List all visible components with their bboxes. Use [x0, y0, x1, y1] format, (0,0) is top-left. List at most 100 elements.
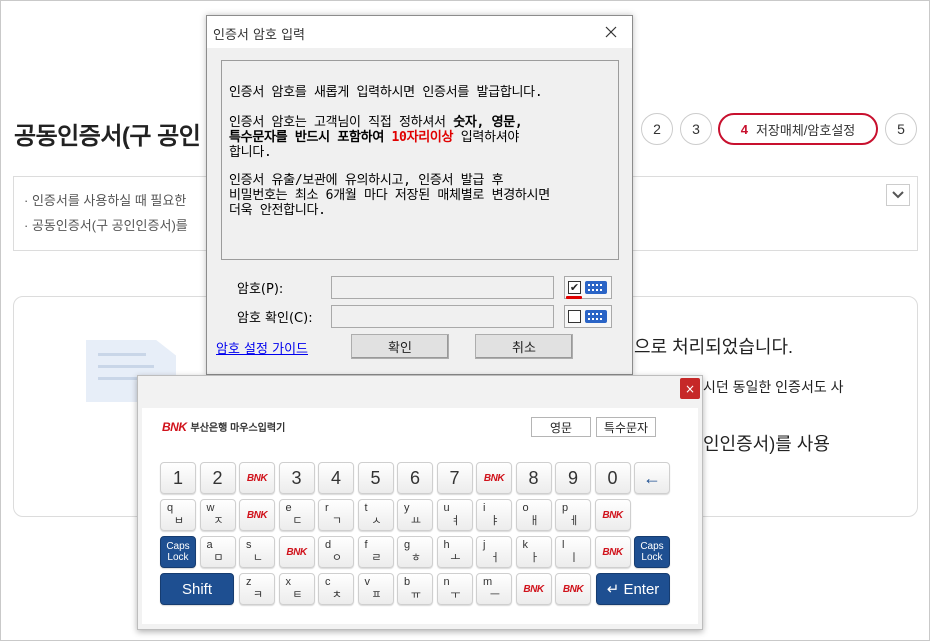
confirm-keyboard-toggle[interactable]	[564, 305, 612, 328]
message-text-bold: 특수문자를 반드시 포함하여	[229, 130, 392, 145]
key-hangul-label: ㅊ	[331, 589, 342, 601]
key-9[interactable]: 9	[555, 462, 591, 494]
key-latin-label: x	[285, 576, 292, 588]
key-hangul-label: ㅋ	[252, 589, 263, 601]
key-l[interactable]: lㅣ	[555, 536, 591, 568]
keyboard-checkbox-checked[interactable]: ✔	[568, 281, 581, 294]
cancel-button[interactable]: 취소	[475, 334, 573, 359]
key-c[interactable]: cㅊ	[318, 573, 354, 605]
virtual-keyboard: × BNK 부산은행 마우스입력기 영문 특수문자 1 2 BNK 3 4 5 6 7 BNK 8 9…	[137, 375, 703, 630]
key-g[interactable]: gㅎ	[397, 536, 433, 568]
key-p[interactable]: pㅔ	[555, 499, 591, 531]
key-a[interactable]: aㅁ	[199, 536, 236, 568]
key-latin-label: u	[443, 502, 450, 514]
step-4-active[interactable]: 4 저장매체/암호설정	[718, 113, 878, 145]
key-y[interactable]: yㅛ	[397, 499, 433, 531]
key-1[interactable]: 1	[160, 462, 196, 494]
keyboard-icon	[585, 281, 607, 294]
step-2[interactable]: 2	[641, 113, 673, 145]
key-j[interactable]: jㅓ	[476, 536, 512, 568]
key-i[interactable]: iㅑ	[476, 499, 512, 531]
password-label: 암호(P):	[237, 282, 284, 297]
bnk-logo-key[interactable]: BNK	[278, 536, 315, 568]
key-w[interactable]: wㅈ	[199, 499, 236, 531]
key-n[interactable]: nㅜ	[436, 573, 473, 605]
message-para-2-line-2: 특수문자를 반드시 포함하여 10자리이상 입력하셔야	[229, 130, 519, 145]
key-latin-label: c	[325, 576, 331, 588]
english-mode-button[interactable]: 영문	[531, 417, 591, 437]
backspace-key[interactable]: ←	[634, 462, 670, 494]
page-title: 공동인증서(구 공인	[14, 123, 201, 150]
key-5[interactable]: 5	[357, 462, 394, 494]
key-z[interactable]: zㅋ	[239, 573, 275, 605]
bnk-logo-key[interactable]: BNK	[555, 573, 591, 605]
key-7[interactable]: 7	[436, 462, 473, 494]
key-hangul-label: ㅏ	[529, 552, 540, 564]
key-o[interactable]: oㅐ	[515, 499, 552, 531]
key-latin-label: p	[562, 502, 569, 514]
key-u[interactable]: uㅕ	[436, 499, 473, 531]
key-2[interactable]: 2	[199, 462, 236, 494]
caps-lock-left-key[interactable]: Caps Lock	[160, 536, 196, 568]
step-5[interactable]: 5	[885, 113, 917, 145]
key-k[interactable]: kㅏ	[515, 536, 552, 568]
key-0[interactable]: 0	[594, 462, 631, 494]
message-text: 입력하셔야	[453, 130, 520, 145]
key-hangul-label: ㄷ	[292, 515, 303, 527]
key-r[interactable]: rㄱ	[318, 499, 354, 531]
ok-button[interactable]: 확인	[351, 334, 449, 359]
key-t[interactable]: tㅅ	[357, 499, 394, 531]
bnk-logo-key[interactable]: BNK	[515, 573, 552, 605]
doc-line-decoration	[98, 365, 154, 368]
key-e[interactable]: eㄷ	[278, 499, 315, 531]
key-hangul-label: ㅡ	[489, 589, 500, 601]
shift-key[interactable]: Shift	[160, 573, 234, 605]
key-latin-label: r	[325, 502, 329, 514]
step-4-label: 저장매체/암호설정	[755, 122, 856, 138]
keyboard-close-button[interactable]: ×	[680, 378, 700, 399]
message-para-2-line-1: 인증서 암호는 고객님이 직접 정하셔서 숫자, 영문,	[229, 115, 523, 130]
bnk-logo-key-label: BNK	[562, 583, 584, 595]
key-hangul-label: ㅍ	[371, 589, 382, 601]
bnk-logo-key[interactable]: BNK	[476, 462, 512, 494]
bnk-logo-key[interactable]: BNK	[239, 462, 275, 494]
bnk-logo-key[interactable]: BNK	[594, 536, 631, 568]
doc-line-decoration	[98, 377, 138, 380]
confirm-password-input[interactable]	[331, 305, 554, 328]
dialog-titlebar: 인증서 암호 입력	[207, 16, 632, 48]
key-q[interactable]: qㅂ	[160, 499, 196, 531]
message-para-3-line-1: 인증서 유출/보관에 유의하시고, 인증서 발급 후	[229, 173, 504, 188]
dialog-message-panel: 인증서 암호를 새롭게 입력하시면 인증서를 발급합니다. 인증서 암호는 고객…	[221, 60, 619, 260]
caps-lock-right-key[interactable]: Caps Lock	[634, 536, 670, 568]
special-char-mode-button[interactable]: 특수문자	[596, 417, 656, 437]
keyboard-checkbox-unchecked[interactable]	[568, 310, 581, 323]
key-m[interactable]: mㅡ	[476, 573, 512, 605]
notice-expand-button[interactable]	[886, 184, 910, 206]
key-hangul-label: ㅕ	[450, 515, 461, 527]
key-f[interactable]: fㄹ	[357, 536, 394, 568]
key-x[interactable]: xㅌ	[278, 573, 315, 605]
bnk-logo-key-label: BNK	[483, 472, 505, 484]
key-latin-label: t	[364, 502, 368, 514]
key-hangul-label: ㅈ	[213, 515, 224, 527]
password-guide-link[interactable]: 암호 설정 가이드	[216, 338, 308, 357]
bnk-logo-key[interactable]: BNK	[594, 499, 631, 531]
key-h[interactable]: hㅗ	[436, 536, 473, 568]
key-4[interactable]: 4	[318, 462, 354, 494]
message-text-highlight: 10자리이상	[391, 130, 454, 145]
key-hangul-label: ㅎ	[410, 552, 421, 564]
password-input[interactable]	[331, 276, 554, 299]
key-latin-label: o	[522, 502, 529, 514]
dialog-close-button[interactable]	[600, 21, 622, 43]
message-para-3-line-3: 더욱 안전합니다.	[229, 203, 326, 218]
key-s[interactable]: sㄴ	[239, 536, 275, 568]
key-v[interactable]: vㅍ	[357, 573, 394, 605]
key-d[interactable]: dㅇ	[318, 536, 354, 568]
enter-key[interactable]: ↵ Enter	[596, 573, 670, 605]
key-6[interactable]: 6	[397, 462, 433, 494]
step-3[interactable]: 3	[680, 113, 712, 145]
key-b[interactable]: bㅠ	[397, 573, 433, 605]
key-3[interactable]: 3	[278, 462, 315, 494]
bnk-logo-key[interactable]: BNK	[239, 499, 275, 531]
key-8[interactable]: 8	[515, 462, 552, 494]
